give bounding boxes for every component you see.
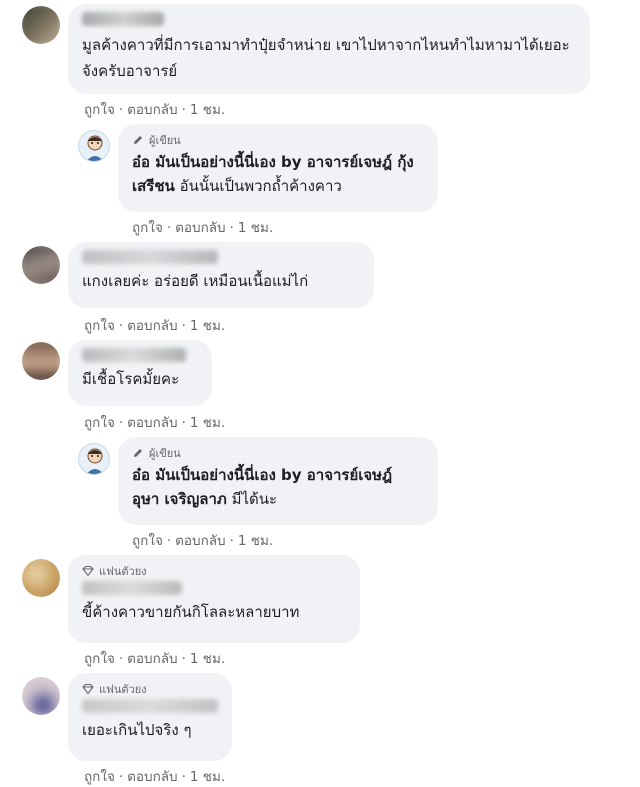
avatar[interactable] <box>22 677 60 715</box>
like-link[interactable]: ถูกใจ <box>84 314 115 336</box>
like-link[interactable]: ถูกใจ <box>132 216 163 238</box>
reply-link[interactable]: ตอบกลับ <box>127 98 177 120</box>
author-badge: ผู้เขียน <box>132 445 424 461</box>
reply-link[interactable]: ตอบกลับ <box>127 314 177 336</box>
separator-dot: · <box>118 102 124 118</box>
like-link[interactable]: ถูกใจ <box>84 647 115 669</box>
comment-text: อ๋อ มันเป็นอย่างนี้นี่เอง by อาจารย์เจษฎ… <box>132 463 424 511</box>
separator-dot: · <box>229 220 234 236</box>
separator-dot: · <box>229 533 234 549</box>
timestamp[interactable]: 1 ชม. <box>190 647 225 669</box>
timestamp[interactable]: 1 ชม. <box>190 98 225 120</box>
comment-text: แกงเลยค่ะ อร่อยดี เหมือนเนื้อแม่ไก่ <box>82 272 309 290</box>
separator-dot: · <box>181 318 186 334</box>
comment-bubble: ผู้เขียน อ๋อ มันเป็นอย่างนี้นี่เอง by อา… <box>118 124 438 212</box>
diamond-icon <box>82 565 94 577</box>
comment-body: อันนั้นเป็นพวกถ้ำค้างคาว <box>179 177 342 195</box>
author-avatar[interactable] <box>78 443 110 475</box>
comment-bubble: ผู้เขียน อ๋อ มันเป็นอย่างนี้นี่เอง by อา… <box>118 437 438 525</box>
comment-actions: ถูกใจ · ตอบกลับ · 1 ชม. <box>132 529 273 551</box>
separator-dot: · <box>181 415 186 431</box>
author-name-blurred[interactable] <box>82 12 164 26</box>
comment-text: ขี้ค้างคาวขายกันกิโลละหลายบาท <box>82 603 300 621</box>
comment-actions: ถูกใจ · ตอบกลับ · 1 ชม. <box>84 765 225 787</box>
avatar[interactable] <box>22 6 60 44</box>
timestamp[interactable]: 1 ชม. <box>238 529 273 551</box>
author-name-blurred[interactable] <box>82 348 186 362</box>
comment-bubble: แกงเลยค่ะ อร่อยดี เหมือนเนื้อแม่ไก่ <box>68 242 374 308</box>
fan-badge: แฟนตัวยง <box>82 563 346 579</box>
badge-label: แฟนตัวยง <box>99 565 147 578</box>
separator-dot: · <box>181 102 186 118</box>
pencil-icon <box>134 136 142 144</box>
comment-actions: ถูกใจ · ตอบกลับ · 1 ชม. <box>84 314 225 336</box>
comment-text: อ๋อ มันเป็นอย่างนี้นี่เอง by อาจารย์เจษฎ… <box>132 150 424 198</box>
timestamp[interactable]: 1 ชม. <box>190 765 225 787</box>
comment-bubble: มูลค้างคาวที่มีการเอามาทำปุ๋ยจำหน่าย เขา… <box>68 4 590 94</box>
reply-link[interactable]: ตอบกลับ <box>127 647 177 669</box>
like-link[interactable]: ถูกใจ <box>132 529 163 551</box>
avatar[interactable] <box>22 246 60 284</box>
separator-dot: · <box>118 651 124 667</box>
avatar[interactable] <box>22 559 60 597</box>
like-link[interactable]: ถูกใจ <box>84 411 115 433</box>
author-badge: ผู้เขียน <box>132 132 424 148</box>
reply-link[interactable]: ตอบกลับ <box>127 411 177 433</box>
author-name-blurred[interactable] <box>82 581 182 595</box>
badge-label: แฟนตัวยง <box>99 683 147 696</box>
separator-dot: · <box>118 318 124 334</box>
timestamp[interactable]: 1 ชม. <box>238 216 273 238</box>
comment-text: เยอะเกินไปจริง ๆ <box>82 721 192 739</box>
separator-dot: · <box>181 651 186 667</box>
comment-actions: ถูกใจ · ตอบกลับ · 1 ชม. <box>84 411 225 433</box>
comment-bubble: แฟนตัวยง เยอะเกินไปจริง ๆ <box>68 673 232 761</box>
comment-bubble: แฟนตัวยง ขี้ค้างคาวขายกันกิโลละหลายบาท <box>68 555 360 643</box>
diamond-icon <box>82 683 94 695</box>
reply-link[interactable]: ตอบกลับ <box>175 529 225 551</box>
pencil-icon <box>134 449 142 457</box>
separator-dot: · <box>181 769 186 785</box>
comment-text: มีเชื้อโรคมั้ยคะ <box>82 370 180 388</box>
separator-dot: · <box>166 220 172 236</box>
timestamp[interactable]: 1 ชม. <box>190 411 225 433</box>
like-link[interactable]: ถูกใจ <box>84 765 115 787</box>
reply-link[interactable]: ตอบกลับ <box>127 765 177 787</box>
comment-bubble: มีเชื้อโรคมั้ยคะ <box>68 340 212 406</box>
comment-text: มูลค้างคาวที่มีการเอามาทำปุ๋ยจำหน่าย เขา… <box>82 36 570 80</box>
separator-dot: · <box>118 415 124 431</box>
badge-label: ผู้เขียน <box>149 447 181 460</box>
author-name-blurred[interactable] <box>82 699 218 713</box>
author-name-blurred[interactable] <box>82 250 218 264</box>
comment-actions: ถูกใจ · ตอบกลับ · 1 ชม. <box>132 216 273 238</box>
fan-badge: แฟนตัวยง <box>82 681 218 697</box>
reply-link[interactable]: ตอบกลับ <box>175 216 225 238</box>
comment-body: มีได้นะ <box>231 490 278 508</box>
separator-dot: · <box>166 533 172 549</box>
badge-label: ผู้เขียน <box>149 134 181 147</box>
comment-actions: ถูกใจ · ตอบกลับ · 1 ชม. <box>84 647 225 669</box>
avatar[interactable] <box>22 342 60 380</box>
like-link[interactable]: ถูกใจ <box>84 98 115 120</box>
separator-dot: · <box>118 769 124 785</box>
author-avatar[interactable] <box>78 130 110 162</box>
timestamp[interactable]: 1 ชม. <box>190 314 225 336</box>
comment-actions: ถูกใจ · ตอบกลับ · 1 ชม. <box>84 98 225 120</box>
